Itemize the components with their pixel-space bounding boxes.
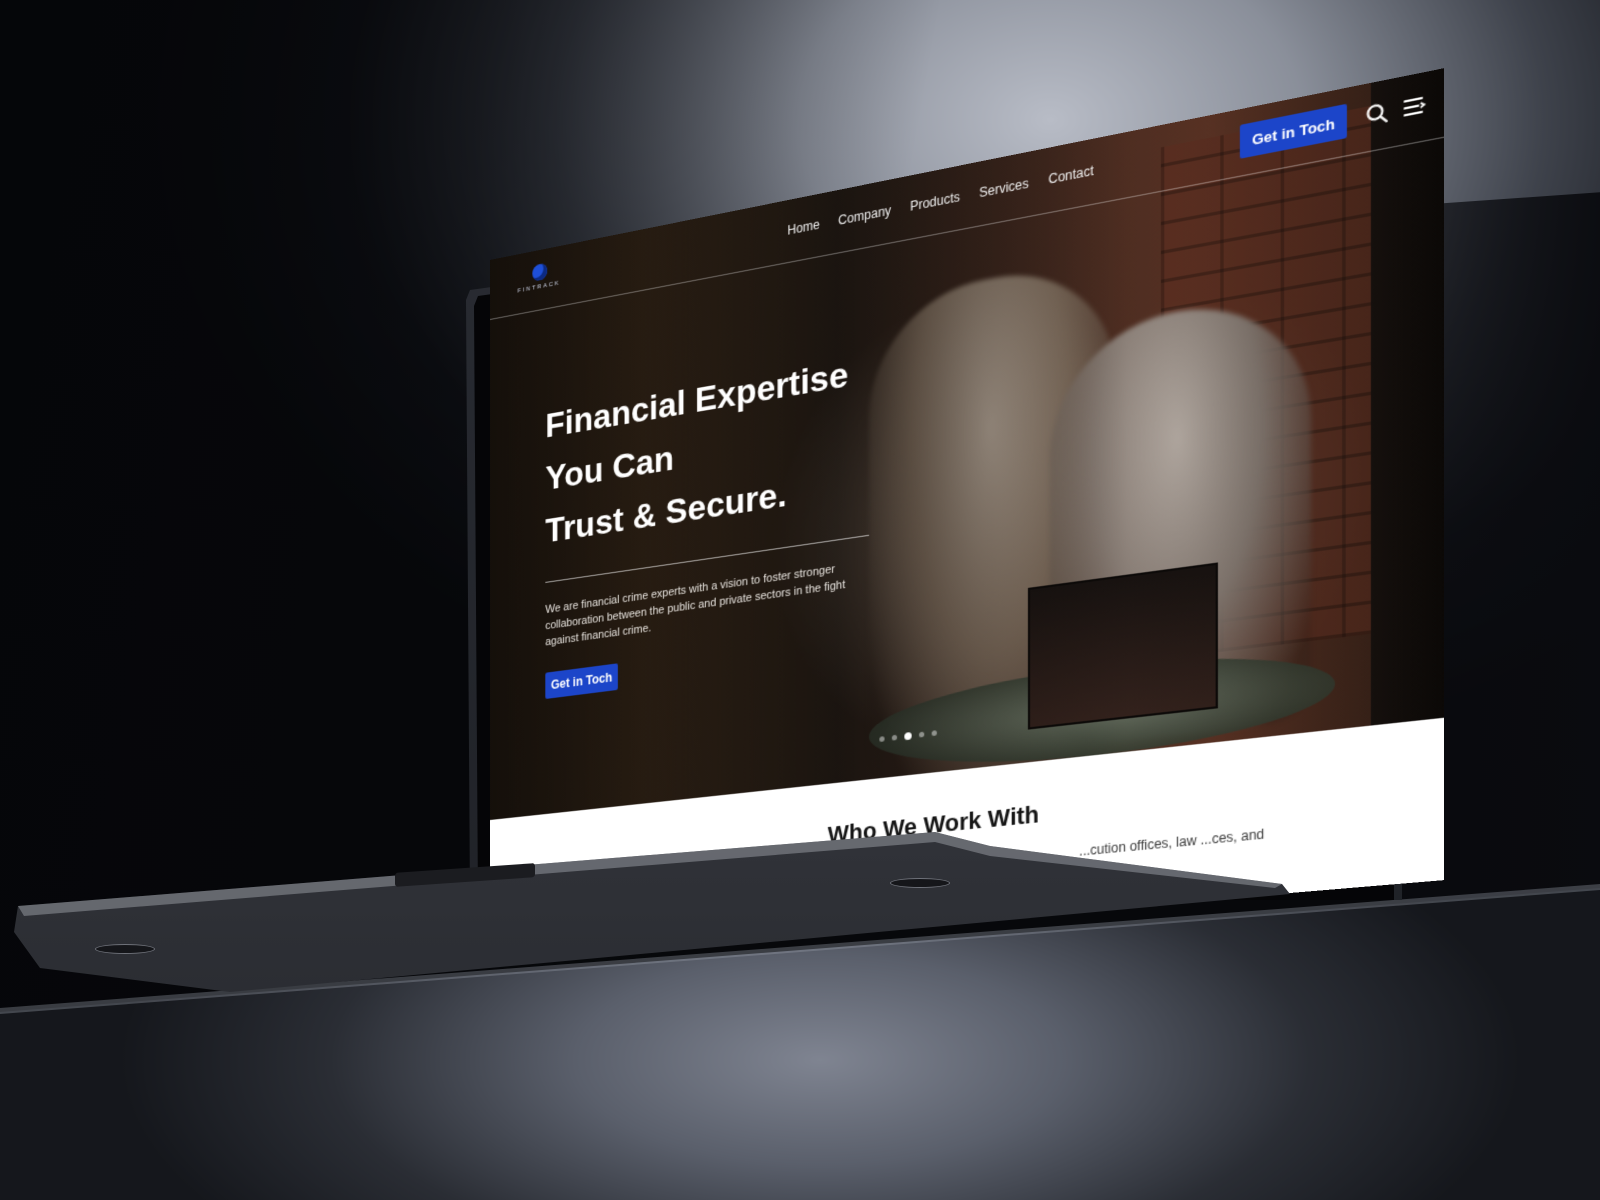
logo-mark-icon: [532, 262, 548, 282]
menu-icon[interactable]: [1402, 93, 1426, 121]
site-logo[interactable]: FINTRACK: [518, 257, 574, 302]
nav-item-products[interactable]: Products: [910, 189, 960, 214]
slider-dot-1[interactable]: [879, 736, 885, 743]
nav-item-contact[interactable]: Contact: [1048, 163, 1094, 187]
nav-item-home[interactable]: Home: [787, 217, 819, 238]
slider-dot-4[interactable]: [919, 731, 925, 738]
header-cta-button[interactable]: Get in Toch: [1240, 103, 1347, 159]
slider-dot-2[interactable]: [891, 734, 898, 741]
laptop-foot-right: [890, 878, 950, 888]
laptop-screen: FINTRACK Home Company Products Services …: [490, 68, 1444, 960]
laptop-foot-left: [95, 944, 155, 954]
logo-wordmark: FINTRACK: [517, 280, 561, 295]
search-icon[interactable]: [1365, 100, 1389, 128]
slider-dot-3[interactable]: [904, 731, 912, 741]
nav-item-company[interactable]: Company: [838, 203, 891, 228]
slider-dot-5[interactable]: [931, 730, 937, 737]
mockup-scene: FINTRACK Home Company Products Services …: [0, 0, 1600, 1200]
nav-item-services[interactable]: Services: [979, 176, 1029, 201]
screen-perspective: FINTRACK Home Company Products Services …: [0, 0, 1600, 1200]
